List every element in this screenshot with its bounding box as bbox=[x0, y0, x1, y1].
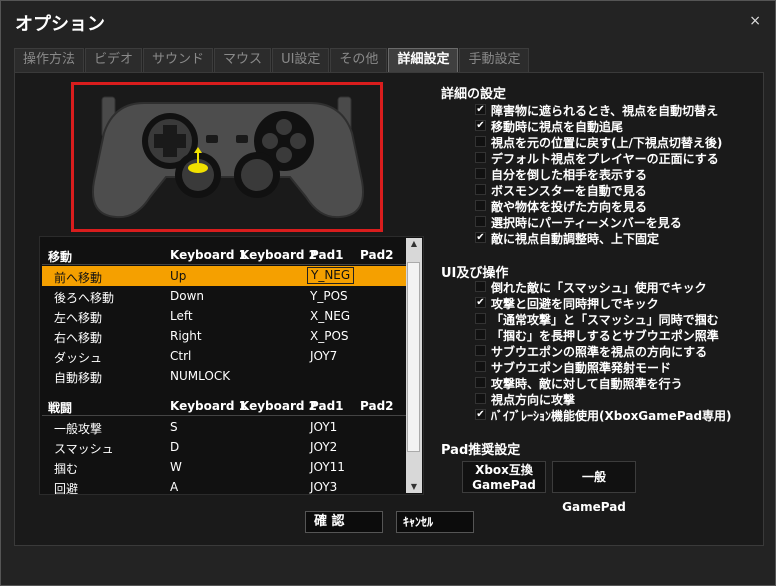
checkbox-box[interactable] bbox=[475, 200, 486, 211]
generic-gamepad-button[interactable]: 一般GamePad bbox=[552, 461, 636, 514]
tab-video[interactable]: ビデオ bbox=[85, 48, 143, 72]
close-icon[interactable]: × bbox=[749, 13, 761, 29]
checkbox-box[interactable]: ✔ bbox=[475, 297, 486, 308]
cancel-button[interactable]: ｷｬﾝｾﾙ bbox=[396, 511, 474, 533]
pad-section-title: Pad推奨設定 bbox=[441, 443, 521, 458]
checkbox-box[interactable] bbox=[475, 281, 486, 292]
binding-row[interactable]: 左へ移動 Left X_NEG bbox=[42, 306, 407, 326]
binding-row[interactable]: 一般攻撃 S JOY1 bbox=[42, 417, 407, 437]
binding-row[interactable]: 後ろへ移動 Down Y_POS bbox=[42, 286, 407, 306]
checkbox-box[interactable] bbox=[475, 168, 486, 179]
checkbox-box[interactable] bbox=[475, 313, 486, 324]
window-title: オプション bbox=[15, 14, 105, 35]
tab-advanced[interactable]: 詳細設定 bbox=[388, 48, 459, 72]
checkbox-box[interactable] bbox=[475, 136, 486, 147]
options-window: オプション × 操作方法 ビデオ サウンド マウス UI設定 その他 詳細設定 … bbox=[0, 0, 776, 586]
checkbox-box[interactable]: ✔ bbox=[475, 232, 486, 243]
binding-row[interactable]: 掴む W JOY11 bbox=[42, 457, 407, 477]
checkbox-box[interactable] bbox=[475, 184, 486, 195]
checkbox-box[interactable] bbox=[475, 152, 486, 163]
tab-bar: 操作方法 ビデオ サウンド マウス UI設定 その他 詳細設定 手動設定 bbox=[14, 48, 530, 72]
checkbox-box[interactable] bbox=[475, 216, 486, 227]
binding-row[interactable]: ダッシュ Ctrl JOY7 bbox=[42, 346, 407, 366]
checkbox-box[interactable] bbox=[475, 361, 486, 372]
divider bbox=[42, 264, 407, 265]
tab-controls[interactable]: 操作方法 bbox=[14, 48, 85, 72]
checkbox-box[interactable] bbox=[475, 393, 486, 404]
checkbox-box[interactable] bbox=[475, 377, 486, 388]
binding-row[interactable]: 右へ移動 Right X_POS bbox=[42, 326, 407, 346]
scroll-down-icon[interactable]: ▼ bbox=[406, 481, 422, 493]
binding-header-combat: 戦闘 Keyboard 1 Keyboard 2 Pad1 Pad2 bbox=[48, 399, 394, 415]
checkbox-box[interactable] bbox=[475, 345, 486, 356]
binding-scrollbar[interactable]: ▲ ▼ bbox=[406, 238, 422, 493]
checkbox-box[interactable]: ✔ bbox=[475, 120, 486, 131]
tab-ui-settings[interactable]: UI設定 bbox=[272, 48, 330, 72]
controller-preview bbox=[71, 82, 383, 232]
scroll-thumb[interactable] bbox=[407, 262, 420, 452]
checkbox-box[interactable]: ✔ bbox=[475, 409, 486, 420]
confirm-button[interactable]: 確 認 bbox=[305, 511, 383, 533]
tab-mouse[interactable]: マウス bbox=[214, 48, 272, 72]
divider bbox=[42, 415, 407, 416]
detail-section-title: 詳細の設定 bbox=[441, 87, 507, 102]
binding-row[interactable]: 自動移動 NUMLOCK bbox=[42, 366, 407, 386]
tab-sound[interactable]: サウンド bbox=[143, 48, 214, 72]
checkbox-box[interactable] bbox=[475, 329, 486, 340]
gamepad-icon bbox=[92, 96, 364, 219]
binding-row[interactable]: 前へ移動 Up Y_NEG bbox=[42, 266, 407, 286]
checkbox-box[interactable]: ✔ bbox=[475, 104, 486, 115]
tab-manual[interactable]: 手動設定 bbox=[459, 48, 530, 72]
binding-row[interactable]: スマッシュ D JOY2 bbox=[42, 437, 407, 457]
tab-other[interactable]: その他 bbox=[330, 48, 388, 72]
key-binding-list: 移動 Keyboard 1 Keyboard 2 Pad1 Pad2 前へ移動 … bbox=[39, 236, 424, 495]
binding-header-movement: 移動 Keyboard 1 Keyboard 2 Pad1 Pad2 bbox=[48, 248, 394, 264]
binding-row[interactable]: 回避 A JOY3 bbox=[42, 477, 407, 494]
xbox-gamepad-button[interactable]: Xbox互換 GamePad bbox=[462, 461, 546, 493]
scroll-up-icon[interactable]: ▲ bbox=[406, 238, 422, 250]
